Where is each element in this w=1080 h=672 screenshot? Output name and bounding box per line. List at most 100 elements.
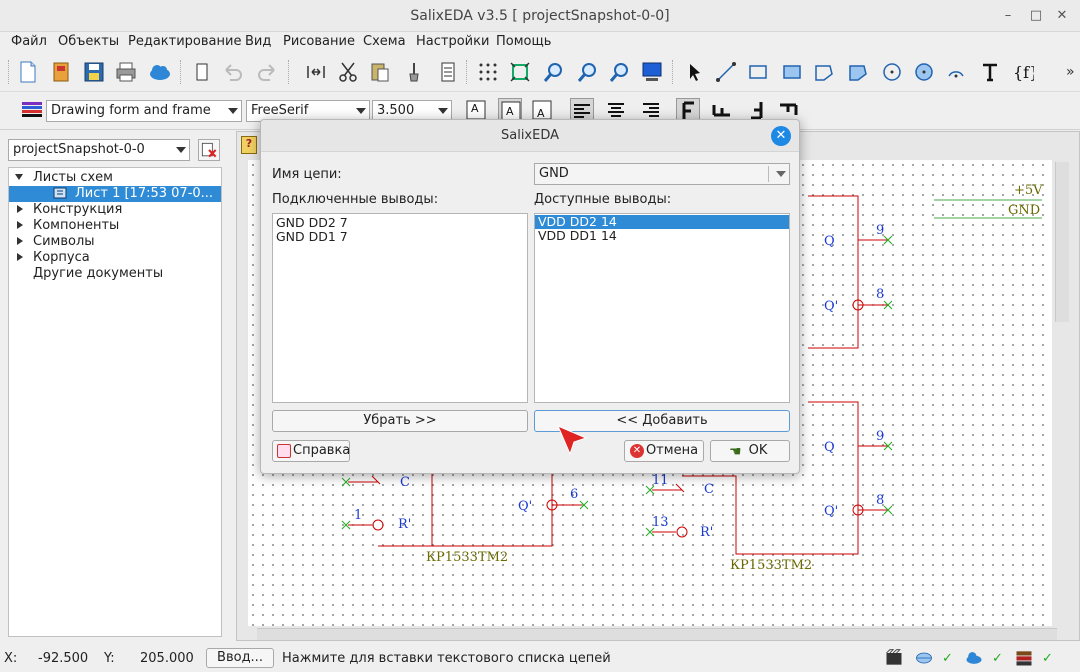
close-icon[interactable]: ✕ bbox=[1054, 8, 1070, 24]
rectangle-icon[interactable] bbox=[746, 60, 770, 84]
main-toolbar: {f} » bbox=[0, 52, 1080, 92]
clean-icon[interactable] bbox=[402, 60, 426, 84]
polygon-icon[interactable] bbox=[812, 60, 836, 84]
books-icon[interactable] bbox=[1014, 648, 1034, 668]
pin-c: C bbox=[400, 475, 410, 490]
expand-icon[interactable] bbox=[17, 205, 23, 213]
expand-icon[interactable] bbox=[17, 221, 23, 229]
menu-schema[interactable]: Схема bbox=[363, 34, 406, 49]
network-icon[interactable] bbox=[914, 648, 934, 668]
tree-node-sheet-1[interactable]: Лист 1 [17:53 07-0... bbox=[9, 186, 221, 202]
layer-color-icon[interactable] bbox=[20, 98, 44, 122]
menu-edit[interactable]: Редактирование bbox=[128, 34, 241, 49]
text-icon[interactable] bbox=[978, 60, 1002, 84]
help-button[interactable]: Справка bbox=[272, 440, 350, 462]
connected-pins-label: Подключенные выводы: bbox=[272, 192, 439, 207]
tree-node-label: Лист 1 [17:53 07-0... bbox=[75, 186, 214, 201]
tree-node-construction[interactable]: Конструкция bbox=[15, 202, 122, 218]
zoom-out-icon[interactable] bbox=[576, 60, 600, 84]
cancel-button[interactable]: ✕ Отмена bbox=[624, 440, 704, 462]
tree-node-sheets[interactable]: Листы схем bbox=[15, 170, 113, 186]
page-icon[interactable] bbox=[190, 60, 214, 84]
remove-button[interactable]: Убрать >> bbox=[272, 410, 528, 432]
project-select[interactable]: projectSnapshot-0-0 bbox=[8, 139, 190, 161]
circle-icon[interactable] bbox=[880, 60, 904, 84]
list-item[interactable]: GND DD1 7 bbox=[273, 230, 527, 244]
paste-icon[interactable] bbox=[368, 60, 392, 84]
list-item[interactable]: GND DD2 7 bbox=[273, 216, 527, 230]
input-netlist-button[interactable]: Ввод... bbox=[206, 648, 274, 668]
menu-file[interactable]: Файл bbox=[11, 34, 47, 49]
more-tools-icon[interactable]: » bbox=[1060, 60, 1076, 84]
menu-help[interactable]: Помощь bbox=[496, 34, 551, 49]
expand-icon[interactable] bbox=[17, 237, 23, 245]
ok-button[interactable]: ☚ OK bbox=[710, 440, 790, 462]
expand-icon[interactable] bbox=[15, 174, 23, 180]
redo-icon[interactable] bbox=[254, 60, 278, 84]
save-icon[interactable] bbox=[82, 60, 106, 84]
filled-polygon-icon[interactable] bbox=[846, 60, 870, 84]
monitor-icon[interactable] bbox=[640, 60, 664, 84]
arc-icon[interactable] bbox=[944, 60, 968, 84]
x-label: X: bbox=[4, 651, 18, 666]
cloud-status-icon[interactable] bbox=[964, 648, 984, 668]
filled-circle-icon[interactable] bbox=[912, 60, 936, 84]
menu-view[interactable]: Вид bbox=[245, 34, 271, 49]
y-coordinate: 205.000 bbox=[140, 651, 194, 666]
zoom-area-icon[interactable] bbox=[608, 60, 632, 84]
cloud-icon[interactable] bbox=[148, 60, 172, 84]
layer-select[interactable]: Drawing form and frame bbox=[46, 100, 242, 122]
horizontal-scrollbar[interactable] bbox=[257, 628, 1057, 640]
toolbar-separator bbox=[466, 60, 468, 84]
chevron-down-icon bbox=[356, 108, 366, 114]
pin-qbar: Q' bbox=[824, 504, 838, 519]
pin-rbar: R' bbox=[398, 517, 411, 532]
mirror-icon[interactable] bbox=[304, 60, 328, 84]
status-bar: X: -92.500 Y: 205.000 Ввод... Нажмите дл… bbox=[0, 644, 1080, 672]
zoom-in-icon[interactable] bbox=[542, 60, 566, 84]
menu-objects[interactable]: Объекты bbox=[58, 34, 119, 49]
zoom-fit-icon[interactable] bbox=[508, 60, 532, 84]
tree-node-other-docs[interactable]: Другие документы bbox=[15, 266, 163, 282]
list-icon[interactable] bbox=[436, 60, 460, 84]
undo-icon[interactable] bbox=[222, 60, 246, 84]
list-item[interactable]: VDD DD1 14 bbox=[535, 229, 789, 243]
cut-icon[interactable] bbox=[336, 60, 360, 84]
help-icon[interactable]: ? bbox=[241, 136, 257, 154]
size-select-value: 3.500 bbox=[377, 103, 415, 118]
tree-node-components[interactable]: Компоненты bbox=[15, 218, 119, 234]
window-title: SalixEDA v3.5 [ projectSnapshot-0-0] bbox=[410, 8, 670, 24]
net-dialog: SalixEDA ✕ Имя цепи: GND Подключенные вы… bbox=[260, 119, 800, 474]
title-bar: SalixEDA v3.5 [ projectSnapshot-0-0] – □… bbox=[0, 0, 1080, 32]
field-icon[interactable]: {f} bbox=[1010, 60, 1039, 84]
ok-hand-icon: ☚ bbox=[729, 444, 742, 460]
vertical-scrollbar[interactable] bbox=[1055, 162, 1069, 322]
expand-icon[interactable] bbox=[17, 253, 23, 261]
tree-node-packages[interactable]: Корпуса bbox=[15, 250, 90, 266]
filled-rectangle-icon[interactable] bbox=[780, 60, 804, 84]
line-icon[interactable] bbox=[714, 60, 738, 84]
film-icon[interactable] bbox=[884, 648, 904, 668]
list-item[interactable]: VDD DD2 14 bbox=[535, 215, 789, 229]
connected-pins-list[interactable]: GND DD2 7 GND DD1 7 bbox=[272, 213, 528, 403]
dialog-title: SalixEDA bbox=[261, 120, 799, 152]
new-file-icon[interactable] bbox=[16, 60, 40, 84]
minimize-icon[interactable]: – bbox=[1000, 8, 1016, 24]
open-project-icon[interactable] bbox=[50, 60, 74, 84]
menu-draw[interactable]: Рисование bbox=[283, 34, 355, 49]
grid-icon[interactable] bbox=[476, 60, 500, 84]
close-icon[interactable]: ✕ bbox=[771, 126, 791, 146]
pin-number: 13 bbox=[652, 515, 669, 530]
maximize-icon[interactable]: □ bbox=[1028, 8, 1044, 24]
net-name-select[interactable]: GND bbox=[534, 163, 790, 185]
available-pins-list[interactable]: VDD DD2 14 VDD DD1 14 bbox=[534, 213, 790, 403]
toolbar-separator bbox=[672, 60, 674, 84]
menu-settings[interactable]: Настройки bbox=[416, 34, 489, 49]
print-icon[interactable] bbox=[114, 60, 138, 84]
tree-node-symbols[interactable]: Символы bbox=[15, 234, 95, 250]
pin-c: C bbox=[704, 482, 714, 497]
part-label: КР1533ТМ2 bbox=[730, 558, 812, 573]
select-arrow-icon[interactable] bbox=[682, 60, 706, 84]
close-project-icon[interactable] bbox=[198, 139, 220, 161]
net-label: GND bbox=[1008, 203, 1040, 218]
